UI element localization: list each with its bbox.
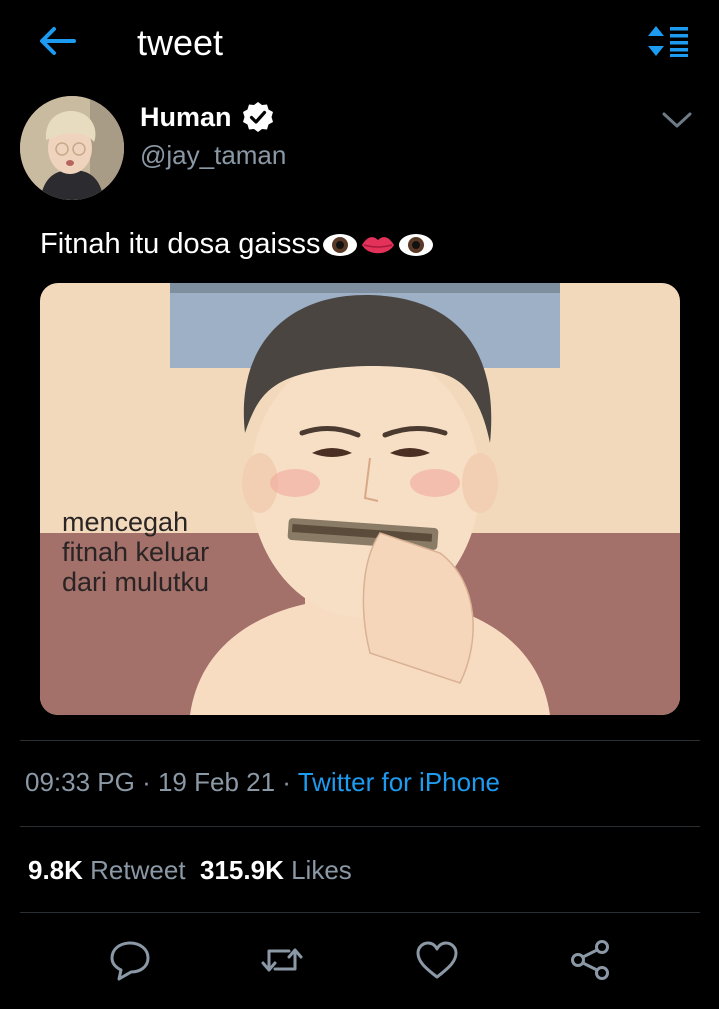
eye-emoji-icon <box>321 230 358 260</box>
retweet-button[interactable] <box>259 937 305 983</box>
tweet-time: 09:33 PG <box>25 767 135 797</box>
tweet-illustration <box>40 283 680 715</box>
tweet-text: Fitnah itu dosa gaisss <box>40 228 434 261</box>
tweet-source-link[interactable]: Twitter for iPhone <box>298 767 500 797</box>
reply-icon <box>110 941 150 981</box>
like-icon <box>416 941 458 979</box>
more-options-button[interactable] <box>660 108 694 132</box>
share-icon <box>571 940 609 980</box>
tweet-image[interactable]: mencegah fitnah keluar dari mulutku <box>40 283 680 715</box>
author-handle[interactable]: @jay_taman <box>140 140 286 171</box>
verified-badge-icon <box>242 102 273 132</box>
divider <box>20 912 700 913</box>
page-title: tweet <box>137 22 224 63</box>
author-name-row[interactable]: Human <box>140 101 274 133</box>
avatar[interactable] <box>20 96 124 200</box>
likes-stat[interactable]: 315.9K Likes <box>200 855 352 885</box>
tweet-stats: 9.8K Retweet 315.9K Likes <box>28 855 352 886</box>
reply-button[interactable] <box>107 937 153 983</box>
retweet-icon <box>261 948 303 972</box>
tweet-date: 19 Feb 21 <box>157 767 276 797</box>
sort-button[interactable] <box>646 24 690 58</box>
divider <box>20 740 700 741</box>
back-arrow-icon <box>40 27 76 55</box>
sort-icon <box>648 26 688 57</box>
share-button[interactable] <box>568 937 614 983</box>
lips-emoji-icon <box>359 230 396 260</box>
back-button[interactable] <box>36 24 78 58</box>
tweet-meta: 09:33 PG · 19 Feb 21 · Twitter for iPhon… <box>25 767 501 797</box>
chevron-down-icon <box>662 112 692 128</box>
author-name: Human <box>140 101 232 132</box>
eye-emoji-icon <box>397 230 434 260</box>
image-caption: mencegah fitnah keluar dari mulutku <box>62 507 210 597</box>
like-button[interactable] <box>414 937 460 983</box>
retweets-stat[interactable]: 9.8K Retweet <box>28 855 186 885</box>
tweet-text-content: Fitnah itu dosa gaisss <box>40 228 321 260</box>
divider <box>20 826 700 827</box>
